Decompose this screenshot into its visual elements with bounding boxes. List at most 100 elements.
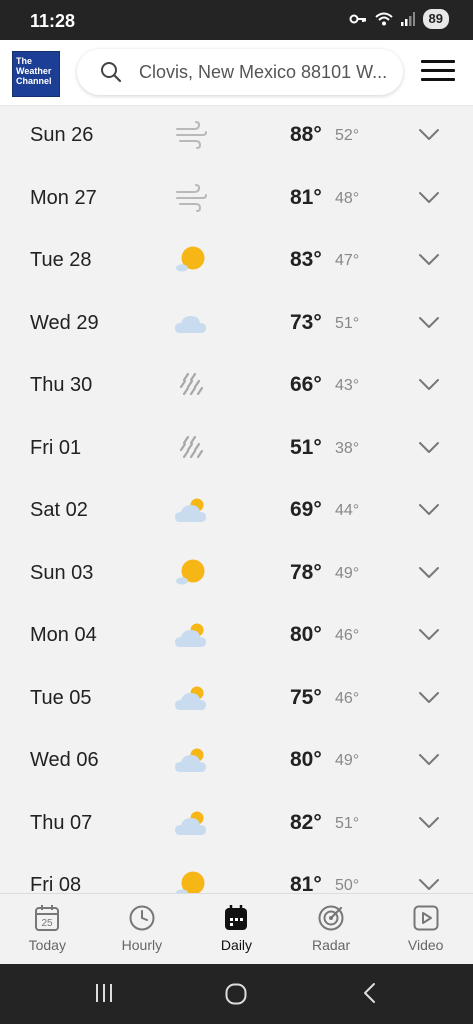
day-label: Fri 01 (30, 436, 82, 459)
low-temp: 51° (335, 314, 360, 332)
rain-icon (174, 370, 208, 400)
chevron-down-icon[interactable] (418, 878, 440, 892)
nav-hourly[interactable]: Hourly (95, 894, 190, 964)
high-temp: 69° (290, 498, 322, 521)
location-search-bar[interactable]: Clovis, New Mexico 88101 W... (77, 49, 403, 95)
battery-level: 89 (422, 9, 449, 29)
radar-icon (318, 905, 344, 931)
day-label: Thu 07 (30, 811, 93, 834)
partly-cloudy-icon (174, 683, 208, 713)
calendar-date: 25 (42, 918, 54, 929)
chevron-down-icon[interactable] (418, 691, 440, 705)
chevron-down-icon[interactable] (418, 253, 440, 267)
daily-row[interactable]: Sat 02 69° 44° (0, 481, 473, 544)
logo-line: Channel (16, 76, 52, 86)
high-temp: 66° (290, 373, 322, 396)
day-label: Mon 04 (30, 624, 97, 646)
search-input[interactable]: Clovis, New Mexico 88101 W... (139, 62, 391, 83)
low-temp: 43° (335, 377, 360, 394)
day-label: Sun 03 (30, 561, 94, 584)
weather-channel-logo[interactable]: The Weather Channel (12, 51, 60, 97)
low-temp: 51° (335, 814, 360, 832)
nav-label: Today (28, 937, 66, 953)
sunny-icon (174, 245, 208, 275)
low-temp: 48° (335, 189, 360, 207)
high-temp: 78° (290, 560, 322, 584)
day-label: Wed 29 (30, 311, 99, 334)
nav-label: Video (407, 937, 444, 953)
nav-daily[interactable]: Daily (189, 894, 284, 964)
chevron-down-icon[interactable] (418, 566, 440, 580)
chevron-down-icon[interactable] (418, 316, 440, 330)
chevron-down-icon[interactable] (418, 191, 440, 205)
day-label: Mon 27 (30, 186, 97, 209)
daily-row[interactable]: Tue 28 83° 47° (0, 231, 473, 294)
day-label: Sun 26 (30, 124, 94, 146)
chevron-down-icon[interactable] (418, 128, 440, 142)
daily-forecast-list[interactable]: Sun 26 88° 52° Mon 27 81° 48° Tue 28 83° 47° Wed … (0, 106, 473, 893)
low-temp: 47° (335, 252, 360, 269)
low-temp: 52° (335, 127, 360, 144)
app-header: The Weather Channel Clovis, New Mexico 8… (0, 40, 473, 106)
logo-line: The (16, 56, 33, 66)
nav-radar[interactable]: Radar (284, 894, 379, 964)
daily-row[interactable]: Sun 03 78° 49° (0, 544, 473, 607)
chevron-down-icon[interactable] (418, 816, 440, 830)
system-nav-bar (0, 964, 473, 1024)
daily-row[interactable]: Thu 30 66° 43° (0, 356, 473, 419)
logo-line: Weather (16, 66, 52, 76)
home-icon[interactable] (224, 982, 248, 1006)
partly-cloudy-icon (174, 745, 208, 775)
daily-row[interactable]: Thu 07 82° 51° (0, 794, 473, 857)
daily-row[interactable]: Wed 06 80° 49° (0, 731, 473, 794)
daily-row[interactable]: Mon 04 80° 46° (0, 606, 473, 669)
back-icon[interactable] (360, 982, 380, 1004)
partly-cloudy-icon (174, 495, 208, 525)
high-temp: 80° (290, 623, 322, 646)
low-temp: 46° (335, 689, 360, 707)
daily-row[interactable]: Mon 27 81° 48° (0, 169, 473, 232)
rain-icon (174, 433, 208, 463)
status-icons: 89 (349, 9, 449, 29)
bottom-nav: 25 Today Hourly Daily Radar Video (0, 893, 473, 964)
low-temp: 46° (335, 627, 360, 644)
play-icon (413, 905, 439, 931)
status-time: 11:28 (30, 11, 76, 31)
nav-label: Radar (312, 937, 351, 953)
nav-today[interactable]: 25 Today (0, 894, 95, 964)
chevron-down-icon[interactable] (418, 378, 440, 392)
low-temp: 49° (335, 752, 360, 769)
sunny-icon (174, 558, 208, 588)
daily-row[interactable]: Fri 08 81° 50° (0, 856, 473, 893)
vpn-key-icon (349, 14, 366, 24)
calendar-icon: 25 (35, 905, 60, 931)
signal-icon (400, 12, 415, 26)
nav-label: Hourly (121, 937, 163, 953)
high-temp: 80° (290, 748, 322, 771)
recent-apps-icon[interactable] (93, 982, 115, 1004)
search-icon (101, 62, 122, 83)
hamburger-menu-button[interactable] (421, 60, 455, 86)
daily-row[interactable]: Tue 05 75° 46° (0, 669, 473, 732)
day-label: Sat 02 (30, 499, 88, 521)
high-temp: 81° (290, 185, 322, 209)
nav-video[interactable]: Video (378, 894, 473, 964)
nav-label: Daily (220, 937, 253, 953)
wifi-icon (374, 12, 393, 26)
high-temp: 75° (290, 685, 322, 709)
menu-line (421, 69, 455, 72)
daily-row[interactable]: Sun 26 88° 52° (0, 106, 473, 169)
partly-cloudy-icon (174, 620, 208, 650)
chevron-down-icon[interactable] (418, 441, 440, 455)
high-temp: 51° (290, 435, 322, 459)
day-label: Thu 30 (30, 374, 93, 396)
chevron-down-icon[interactable] (418, 753, 440, 767)
high-temp: 73° (290, 310, 322, 334)
chevron-down-icon[interactable] (418, 628, 440, 642)
daily-row[interactable]: Fri 01 51° 38° (0, 419, 473, 482)
status-bar: 11:28 89 (0, 0, 473, 40)
cloudy-icon (174, 308, 208, 338)
sunny-icon (174, 870, 208, 893)
daily-row[interactable]: Wed 29 73° 51° (0, 294, 473, 357)
chevron-down-icon[interactable] (418, 503, 440, 517)
